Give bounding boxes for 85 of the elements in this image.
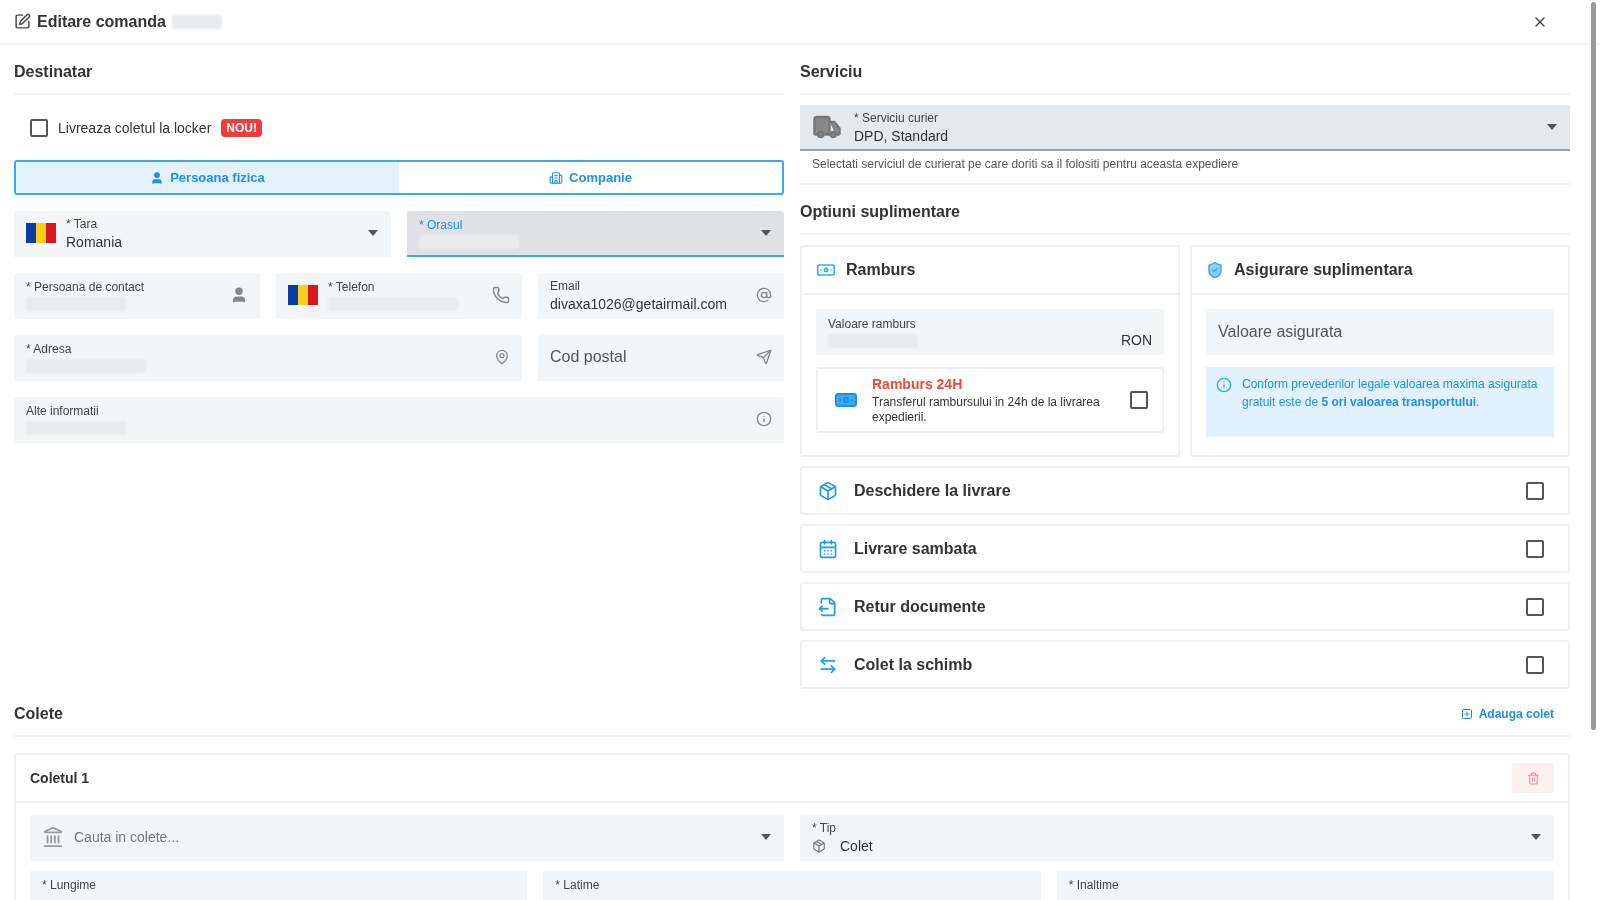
person-icon — [150, 170, 165, 185]
section-heading: Destinatar — [14, 45, 784, 95]
shield-check-icon — [1206, 261, 1224, 279]
trash-icon — [1526, 771, 1540, 785]
field-label: * Telefon — [328, 279, 376, 294]
input-field[interactable]: Valoare ramburs RON — [816, 309, 1164, 355]
document-arrow-icon — [818, 596, 838, 617]
field-label: Valoare ramburs — [828, 316, 917, 331]
input-field[interactable]: * Telefon — [276, 273, 522, 319]
info-icon — [756, 411, 772, 427]
checkbox-label: Livreaza coletul la locker — [58, 120, 212, 136]
field-value: Colet — [840, 837, 873, 854]
select-field[interactable]: * Tara Romania — [14, 211, 391, 257]
field-label: * Tara — [66, 216, 99, 231]
dialog-title: Editare comanda — [37, 12, 166, 31]
field-value: Romania — [66, 233, 124, 250]
option-title: Ramburs 24H — [872, 376, 964, 393]
at-sign-icon — [756, 287, 772, 303]
map-pin-icon — [494, 349, 510, 365]
field-placeholder: Cod postal — [550, 348, 628, 366]
scrollbar[interactable] — [1591, 2, 1596, 730]
field-value: DPD, Standard — [854, 127, 950, 144]
locker-checkbox[interactable] — [30, 119, 48, 137]
checkbox[interactable] — [1526, 481, 1544, 500]
new-badge: NOU! — [221, 119, 262, 137]
caret-icon — [1530, 833, 1542, 841]
courier-select[interactable]: * Serviciu curier DPD, Standard — [800, 105, 1570, 151]
checkbox[interactable] — [1526, 655, 1544, 674]
section-heading: Colete — [14, 705, 63, 723]
option-label: Colet la schimb — [854, 655, 974, 674]
field-label: * Persoana de contact — [26, 279, 146, 294]
bank-building-icon — [42, 826, 64, 848]
input-field[interactable]: * Latime — [543, 871, 1041, 900]
plus-square-icon — [1460, 708, 1473, 720]
field-label: * Inaltime — [1068, 878, 1119, 892]
field-label: Email — [550, 278, 581, 293]
option-label: Deschidere la livrare — [854, 481, 1012, 500]
calendar-icon — [818, 538, 838, 559]
checkbox[interactable] — [1130, 391, 1148, 409]
input-field[interactable]: * Inaltime — [1056, 871, 1554, 900]
info-icon — [1216, 377, 1232, 393]
field-label: * Adresa — [26, 341, 73, 356]
input-field[interactable]: Cod postal — [538, 335, 784, 381]
input-field[interactable]: * Lungime — [30, 871, 528, 900]
field-label: * Tip — [812, 820, 837, 835]
select-field[interactable]: * Tip Colet — [800, 815, 1554, 861]
edit-icon — [14, 13, 31, 30]
card-title: Asigurare suplimentara — [1234, 261, 1413, 279]
option-description: Transferul rambursului in 24h de la livrarea expedierii. — [872, 395, 1101, 424]
swap-arrows-icon — [818, 654, 838, 675]
building-icon — [549, 170, 564, 185]
checkbox[interactable] — [1526, 597, 1544, 616]
input-field[interactable]: Alte informatii — [14, 397, 784, 443]
input-field[interactable]: * Persoana de contact — [14, 273, 260, 319]
box-icon — [818, 480, 838, 501]
phone-icon — [492, 286, 510, 304]
romanian-flag-icon — [288, 285, 318, 305]
field-placeholder: Valoare asigurata — [1218, 323, 1344, 341]
note-text: Conform prevederilor legale valoarea maxima asigurata gratuit este de 5 ori valoarea transportului. — [1242, 376, 1539, 411]
currency-unit: RON — [1120, 332, 1152, 348]
field-label: * Orasul — [419, 217, 464, 232]
card-title: Ramburs — [846, 261, 916, 279]
input-field[interactable]: Valoare asigurata — [1206, 309, 1554, 355]
romanian-flag-icon — [26, 223, 56, 243]
card-title: Coletul 1 — [30, 770, 90, 786]
send-icon — [756, 349, 772, 365]
section-heading: Optiuni suplimentare — [800, 185, 1570, 235]
field-label: Alte informatii — [26, 403, 100, 418]
field-label: * Latime — [555, 878, 600, 892]
input-field[interactable]: * Adresa — [14, 335, 522, 381]
option-label: Retur documente — [854, 597, 987, 616]
section-heading: Serviciu — [800, 45, 1570, 95]
caret-icon — [1546, 123, 1558, 131]
field-value: divaxa1026@getairmail.com — [550, 295, 728, 312]
caret-icon — [760, 833, 772, 841]
field-label: * Serviciu curier — [854, 110, 940, 125]
hint-text: Selectati serviciul de curierat pe care doriti sa il folositi pentru aceasta expediere — [800, 151, 1570, 185]
field-label: * Lungime — [42, 878, 97, 892]
input-field[interactable]: Email divaxa1026@getairmail.com — [538, 273, 784, 319]
checkbox[interactable] — [1526, 539, 1544, 558]
field-placeholder: Cauta in colete... — [74, 829, 181, 845]
box-icon — [812, 838, 826, 853]
person-icon — [230, 286, 248, 304]
search-select[interactable]: Cauta in colete... — [30, 815, 784, 861]
option-label: Livrare sambata — [854, 539, 978, 558]
